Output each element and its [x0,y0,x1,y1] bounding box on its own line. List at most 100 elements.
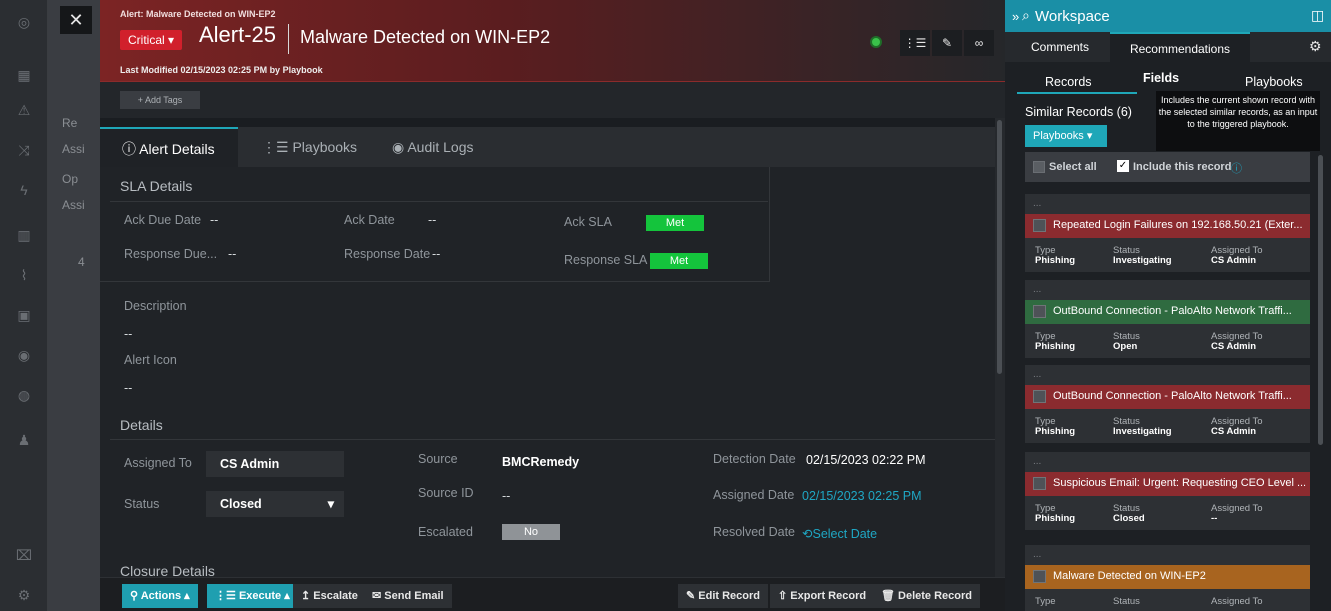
card-checkbox[interactable] [1033,570,1046,583]
add-tags-button[interactable]: + Add Tags [120,91,200,109]
tab-audit-logs[interactable]: ◉ Audit Logs [370,127,496,167]
card-header: OutBound Connection - PaloAlto Network T… [1025,300,1310,324]
alert-title[interactable]: Malware Detected on WIN-EP2 [300,27,550,48]
response-due-value: -- [228,247,237,261]
status-select[interactable]: Closed ▾ [206,491,344,517]
severity-dropdown[interactable]: Critical ▾ [120,30,183,50]
dashboard-icon[interactable]: ▦ [14,65,34,85]
tab-recommendations[interactable]: Recommendations [1110,32,1250,62]
response-date-value: -- [432,247,441,261]
copy-link-button[interactable]: ∞ [964,30,994,56]
execute-button[interactable]: ⋮☰ Execute ▴ [207,584,298,608]
building-icon[interactable]: ▥ [14,225,34,245]
send-email-label: Send Email [384,590,444,602]
card-checkbox[interactable] [1033,305,1046,318]
assigned-date-value[interactable]: 02/15/2023 02:25 PM [802,489,922,503]
target-icon[interactable]: ◉ [14,345,34,365]
response-date-label: Response Date [344,247,431,261]
divider [110,201,768,202]
tab-playbooks[interactable]: ⋮☰ Playbooks [240,127,379,167]
closure-heading: Closure Details [120,563,215,577]
include-record-tooltip: Includes the current shown record with t… [1156,91,1320,151]
close-modal-button[interactable]: ✕ [60,6,92,34]
edit-record-label: Edit Record [698,590,761,602]
edit-record-button[interactable]: ✎ Edit Record [678,584,769,608]
info-icon[interactable]: ⓘ [1231,160,1242,176]
trash-icon[interactable]: ⌧ [14,545,34,565]
card-checkbox[interactable] [1033,477,1046,490]
tab-alert-details[interactable]: ⓘ Alert Details [100,127,238,167]
tree-icon: ⋮☰ [903,36,927,50]
subtab-fields[interactable]: Fields [1143,71,1179,85]
similar-record-card[interactable]: ... OutBound Connection - PaloAlto Netwo… [1025,280,1310,358]
status-label: Status [1113,596,1140,607]
incidents-icon[interactable]: ⚠ [14,100,34,120]
escalated-toggle[interactable]: No [502,524,560,540]
chart-icon[interactable]: ⌇ [14,265,34,285]
link-icon: ∞ [974,36,984,50]
alert-icon-value[interactable]: -- [124,381,132,395]
ack-sla-badge: Met [646,215,704,231]
detection-date-value: 02/15/2023 02:22 PM [806,453,926,467]
tab-label: Audit Logs [407,139,474,155]
workspace-scrollbar[interactable] [1318,155,1323,445]
shuffle-icon[interactable]: ⤨ [14,140,34,160]
ack-date-label: Ack Date [344,213,395,227]
alert-details-panel: SLA Details Ack Due Date -- Ack Date -- … [100,167,995,577]
users-icon[interactable]: ♟ [14,430,34,450]
bolt-icon[interactable]: ϟ [14,180,34,200]
more-icon[interactable]: ... [1033,284,1041,295]
description-value[interactable]: -- [124,327,132,341]
status-label: Status [124,497,160,511]
similar-record-card[interactable]: ... Suspicious Email: Urgent: Requesting… [1025,452,1310,530]
app-sidebar-rail: ◎ ▦ ⚠ ⤨ ϟ ▥ ⌇ ▣ ◉ ◍ ♟ ⌧ ⚙ [0,0,48,611]
response-sla-badge: Met [650,253,708,269]
actions-button[interactable]: ⚲ Actions ▴ [122,584,198,608]
severity-label: Critical [128,33,165,47]
playbooks-dropdown[interactable]: Playbooks ▾ [1025,125,1107,147]
collapse-icon[interactable]: » [1012,9,1019,24]
similar-record-card[interactable]: ... OutBound Connection - PaloAlto Netwo… [1025,365,1310,443]
execute-label: Execute [238,590,282,602]
subtab-playbooks[interactable]: Playbooks [1245,75,1303,89]
delete-record-button[interactable]: 🗑 Delete Record [873,584,981,608]
send-email-button[interactable]: ✉ Send Email [364,584,452,608]
select-all-checkbox[interactable] [1033,161,1045,173]
expand-panel-icon[interactable]: ◫ [1311,7,1324,24]
escalate-button[interactable]: ↥ Escalate [293,584,366,608]
export-record-button[interactable]: ⇧ Export Record [770,584,875,608]
card-checkbox[interactable] [1033,219,1046,232]
bg-text: Op [62,172,79,186]
more-icon[interactable]: ... [1033,369,1041,380]
edit-button[interactable]: ✎ [932,30,962,56]
source-label: Source [418,452,458,466]
assigned-to-field[interactable]: CS Admin [206,451,344,477]
chevron-up-icon: ▴ [284,590,290,602]
more-icon[interactable]: ... [1033,456,1041,467]
include-record-label: Include this record [1133,161,1232,173]
card-title: Malware Detected on WIN-EP2 [1053,570,1206,582]
settings-icon[interactable]: ⚙ [14,585,34,605]
card-checkbox[interactable] [1033,390,1046,403]
source-id-value: -- [502,489,511,503]
playbook-tree-button[interactable]: ⋮☰ [900,30,930,56]
subtab-records[interactable]: Records [1045,75,1092,89]
tab-label: Playbooks [292,139,358,155]
assigned-label: Assigned To [1211,596,1263,607]
similar-record-card[interactable]: ... Repeated Login Failures on 192.168.5… [1025,194,1310,272]
resolved-date-picker[interactable]: ⟲Select Date [802,526,877,541]
tab-comments[interactable]: Comments [1015,32,1105,62]
include-record-checkbox[interactable]: ✓ [1117,160,1129,172]
tab-label: Alert Details [139,141,215,157]
more-icon[interactable]: ... [1033,549,1041,560]
scrollbar-thumb[interactable] [997,120,1002,374]
more-icon[interactable]: ... [1033,198,1041,209]
description-label: Description [124,299,187,313]
trash-icon: 🗑 [881,590,895,602]
tree-icon: ⋮☰ [262,139,289,155]
similar-record-card[interactable]: ... Malware Detected on WIN-EP2 Type Sta… [1025,545,1310,611]
globe-icon[interactable]: ◍ [14,385,34,405]
settings-icon[interactable]: ⚙ [1309,38,1322,55]
apps-icon[interactable]: ▣ [14,305,34,325]
background-page: Re Assi Op Assi 4 [48,0,100,611]
